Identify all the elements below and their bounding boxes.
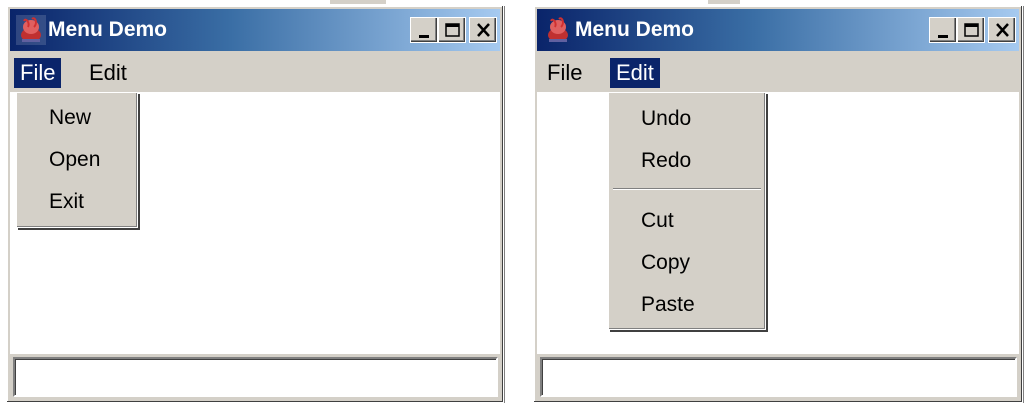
- menu-item-redo[interactable]: Redo: [609, 141, 765, 181]
- maximize-button[interactable]: [438, 17, 466, 43]
- maximize-icon: [445, 23, 460, 37]
- window-edit-menu: Menu Demo File Edit Undo Redo Cut Copy P…: [533, 5, 1023, 403]
- minimize-button[interactable]: [929, 17, 957, 43]
- menu-item-copy[interactable]: Copy: [609, 243, 765, 283]
- window-title: Menu Demo: [575, 18, 695, 41]
- minimize-icon: [938, 35, 948, 38]
- minimize-icon: [419, 35, 429, 38]
- close-button[interactable]: [988, 17, 1016, 43]
- edit-menu-popup: Undo Redo Cut Copy Paste: [608, 92, 766, 330]
- window-title: Menu Demo: [48, 18, 168, 41]
- menu-item-open[interactable]: Open: [17, 140, 137, 180]
- menu-edit[interactable]: Edit: [610, 58, 660, 88]
- menu-bar: File Edit: [10, 54, 500, 92]
- status-text-field[interactable]: [13, 357, 498, 397]
- background-sliver-right: [708, 0, 740, 4]
- status-text-field[interactable]: [540, 357, 1017, 397]
- close-button[interactable]: [469, 17, 497, 43]
- maximize-icon: [964, 23, 979, 37]
- menu-item-new[interactable]: New: [17, 98, 137, 138]
- close-icon: [996, 23, 1009, 37]
- java-cup-icon: [16, 15, 46, 45]
- minimize-button[interactable]: [410, 17, 438, 43]
- menu-item-exit[interactable]: Exit: [17, 182, 137, 222]
- menu-file[interactable]: File: [14, 58, 62, 88]
- menu-edit[interactable]: Edit: [83, 58, 133, 88]
- menu-item-undo[interactable]: Undo: [609, 99, 765, 139]
- title-bar[interactable]: Menu Demo: [10, 9, 500, 51]
- menu-item-paste[interactable]: Paste: [609, 285, 765, 325]
- menu-separator: [613, 188, 761, 190]
- menu-bar: File Edit: [537, 54, 1019, 92]
- window-file-menu: Menu Demo File Edit New Open Exit: [6, 5, 504, 403]
- menu-file[interactable]: File: [541, 58, 588, 88]
- background-sliver-left: [330, 0, 386, 4]
- maximize-button[interactable]: [957, 17, 985, 43]
- title-bar[interactable]: Menu Demo: [537, 9, 1019, 51]
- close-icon: [477, 23, 490, 37]
- file-menu-popup: New Open Exit: [16, 92, 138, 228]
- menu-item-cut[interactable]: Cut: [609, 201, 765, 241]
- java-cup-icon: [548, 17, 568, 42]
